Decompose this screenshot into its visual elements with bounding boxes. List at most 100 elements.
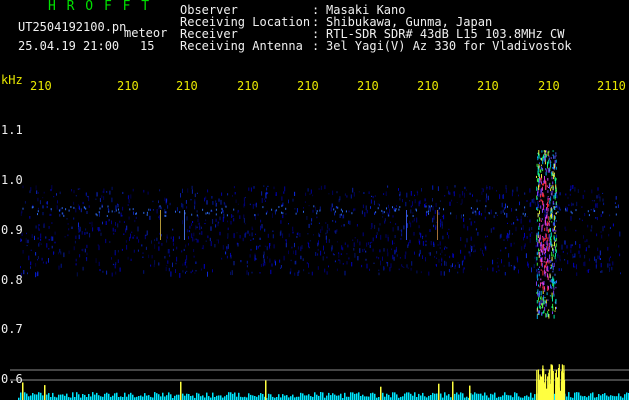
- noise-dot: [123, 221, 125, 223]
- noise-dot: [339, 259, 341, 264]
- meteor-pixel: [552, 167, 554, 170]
- noise-dot: [537, 201, 539, 205]
- noise-dot: [256, 245, 258, 250]
- level-bar: [616, 396, 618, 400]
- noise-dot: [432, 217, 434, 223]
- noise-dot: [334, 212, 336, 216]
- noise-dot: [194, 205, 196, 210]
- level-bar: [132, 394, 134, 400]
- noise-dot: [595, 203, 597, 208]
- noise-dot: [362, 248, 364, 253]
- noise-dot: [56, 193, 57, 196]
- noise-dot: [428, 252, 430, 254]
- level-bar: [462, 393, 464, 400]
- level-bar: [124, 392, 126, 400]
- meteor-pixel: [552, 247, 554, 251]
- noise-dot: [438, 212, 440, 215]
- noise-dot: [114, 229, 116, 232]
- level-bar: [202, 395, 204, 400]
- level-bar: [270, 394, 272, 400]
- meteor-pixel: [549, 169, 551, 172]
- noise-dot: [456, 202, 458, 203]
- noise-dot: [441, 249, 443, 253]
- noise-dot: [615, 213, 617, 216]
- meteor-pixel: [538, 248, 540, 252]
- noise-dot: [594, 210, 596, 212]
- noise-dot: [422, 255, 423, 259]
- level-bar: [530, 392, 532, 400]
- y-tick-label: 1.0: [1, 173, 23, 187]
- noise-dot: [370, 206, 371, 209]
- noise-dot: [499, 194, 501, 199]
- level-spike: [563, 365, 565, 400]
- noise-dot: [190, 199, 192, 201]
- noise-dot: [504, 272, 506, 276]
- noise-dot: [99, 207, 101, 210]
- level-bar: [394, 392, 396, 400]
- noise-dot: [227, 227, 229, 231]
- noise-dot: [416, 270, 418, 274]
- noise-dot: [159, 215, 161, 220]
- level-bar: [574, 392, 576, 400]
- noise-dot: [91, 221, 93, 227]
- noise-dot: [481, 191, 483, 195]
- meteor-pixel: [537, 156, 539, 161]
- noise-dot: [429, 229, 431, 232]
- noise-dot: [262, 206, 264, 209]
- carrier-streak: [160, 210, 161, 240]
- noise-dot: [299, 233, 301, 237]
- noise-dot: [321, 226, 323, 231]
- meteor-pixel: [555, 155, 557, 157]
- noise-dot: [71, 226, 73, 229]
- meteor-pixel: [552, 213, 553, 218]
- noise-dot: [406, 223, 408, 228]
- noise-dot: [327, 224, 329, 229]
- noise-dot: [344, 193, 346, 196]
- noise-dot: [518, 194, 519, 197]
- meteor-pixel: [536, 186, 538, 191]
- noise-dot: [335, 230, 337, 234]
- noise-dot: [579, 244, 581, 249]
- noise-dot: [439, 241, 441, 246]
- noise-dot: [111, 272, 113, 277]
- meteor-pixel: [553, 248, 555, 254]
- noise-dot: [476, 207, 478, 210]
- level-bar: [286, 395, 288, 400]
- level-bar: [494, 392, 496, 400]
- meteor-pixel: [556, 280, 557, 284]
- noise-dot: [374, 224, 376, 229]
- level-spike: [537, 369, 539, 400]
- noise-dot: [336, 191, 338, 194]
- noise-dot: [169, 202, 171, 206]
- noise-dot: [392, 206, 393, 209]
- noise-dot: [288, 233, 290, 238]
- level-bar: [446, 395, 448, 400]
- noise-dot: [608, 233, 610, 237]
- noise-dot: [73, 246, 75, 251]
- noise-dot: [73, 190, 75, 194]
- noise-dot: [589, 269, 591, 271]
- noise-dot: [218, 221, 220, 224]
- meteor-pixel: [546, 240, 548, 246]
- noise-dot: [73, 201, 75, 205]
- noise-dot: [602, 198, 604, 202]
- noise-dot: [45, 236, 47, 239]
- noise-dot: [176, 246, 178, 250]
- noise-dot: [469, 251, 471, 257]
- meteor-pixel: [553, 220, 555, 222]
- noise-dot: [251, 226, 253, 231]
- noise-dot: [223, 201, 225, 205]
- noise-dot: [214, 244, 216, 248]
- noise-dot: [348, 257, 350, 260]
- meteor-pixel: [555, 253, 556, 257]
- level-bar: [200, 396, 202, 400]
- noise-dot: [416, 209, 417, 212]
- noise-dot: [566, 245, 568, 249]
- noise-dot: [617, 204, 619, 208]
- noise-dot: [27, 272, 28, 275]
- noise-dot: [505, 188, 507, 193]
- meteor-pixel: [554, 232, 556, 234]
- noise-dot: [37, 213, 38, 216]
- noise-dot: [63, 252, 65, 258]
- noise-dot: [102, 221, 103, 225]
